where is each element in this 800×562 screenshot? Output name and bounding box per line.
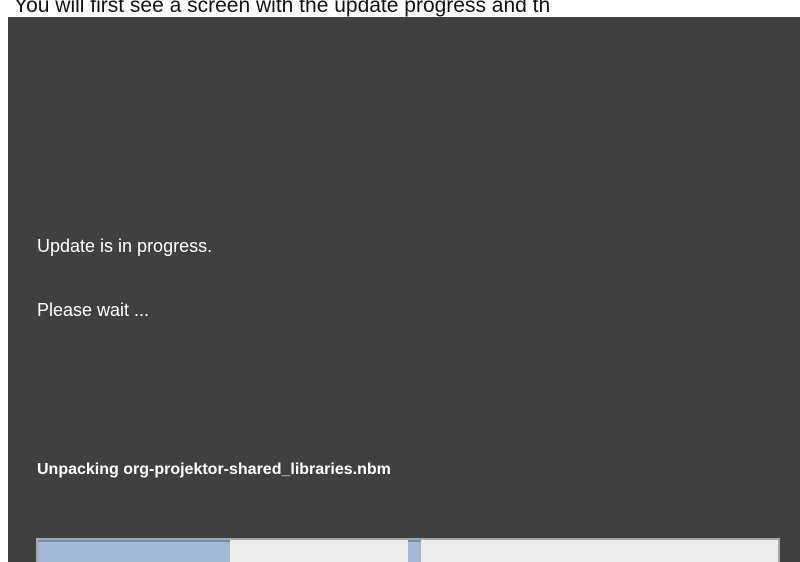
update-progress-bar [36,538,780,562]
update-dialog: Update is in progress. Please wait ... U… [8,17,800,562]
progress-indicator-segment [408,540,421,562]
unpacking-status-text: Unpacking org-projektor-shared_libraries… [37,461,391,478]
update-in-progress-message: Update is in progress. [37,236,213,256]
progress-track [38,540,778,562]
screenshot-page: You will first see a screen with the upd… [0,0,800,562]
progress-fill [38,540,231,562]
please-wait-message: Please wait ... [37,300,150,320]
